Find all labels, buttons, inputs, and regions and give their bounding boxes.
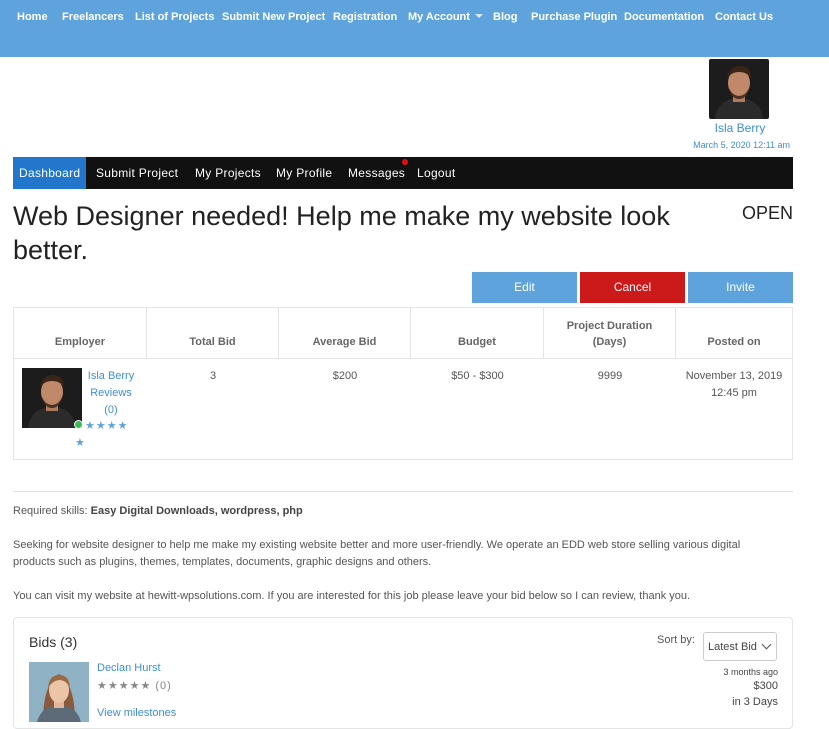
- header-budget: Budget: [411, 308, 544, 358]
- tab-my-profile[interactable]: My Profile: [276, 157, 332, 189]
- bidder-rating-stars-icon: ★★★★★: [97, 680, 152, 692]
- project-description: Seeking for website designer to help me …: [13, 539, 741, 568]
- bid-amount: $300: [753, 680, 778, 692]
- project-info-table: Employer Total Bid Average Bid Budget Pr…: [13, 307, 793, 460]
- invite-button[interactable]: Invite: [688, 272, 793, 303]
- cancel-button[interactable]: Cancel: [580, 272, 685, 303]
- employer-name-link[interactable]: Isla Berry: [82, 368, 140, 385]
- top-navigation: Home Freelancers List of Projects Submit…: [0, 0, 829, 57]
- bids-panel: Bids (3) Sort by: Latest Bid Declan Hurs…: [13, 617, 793, 729]
- posted-on-value: November 13, 2019 12:45 pm: [685, 370, 783, 399]
- avatar-female-image: [29, 662, 89, 722]
- avatar-male-image: [22, 368, 82, 428]
- header-average-bid: Average Bid: [279, 308, 411, 358]
- nav-home[interactable]: Home: [17, 11, 48, 23]
- required-skills: Required skills: Easy Digital Downloads,…: [13, 503, 783, 520]
- nav-freelancers[interactable]: Freelancers: [62, 11, 124, 23]
- tab-dashboard[interactable]: Dashboard: [13, 157, 87, 189]
- edit-button[interactable]: Edit: [472, 272, 577, 303]
- average-bid-value: $200: [332, 370, 358, 382]
- budget-value: $50 - $300: [451, 370, 504, 382]
- tab-my-projects[interactable]: My Projects: [195, 157, 261, 189]
- avatar-male-image: [709, 59, 769, 119]
- duration-value: 9999: [597, 370, 623, 382]
- header-divider: [14, 358, 792, 359]
- employer-rating-stars-icon: ★★★★: [85, 420, 129, 432]
- nav-my-account[interactable]: My Account: [408, 11, 483, 23]
- tab-submit-project[interactable]: Submit Project: [96, 157, 178, 189]
- header-total-bid: Total Bid: [147, 308, 279, 358]
- sort-select-value: Latest Bid: [708, 641, 757, 653]
- section-divider: [13, 491, 793, 492]
- view-milestones-link[interactable]: View milestones: [97, 707, 176, 719]
- employer-reviews-count[interactable]: (0): [82, 402, 140, 419]
- header-project-duration: Project Duration (Days): [544, 308, 676, 358]
- employer-info: Isla Berry Reviews (0): [82, 368, 140, 419]
- notification-dot-icon: [402, 159, 408, 165]
- bidder-avatar[interactable]: [29, 662, 89, 722]
- nav-list-of-projects[interactable]: List of Projects: [135, 11, 214, 23]
- header-employer: Employer: [14, 308, 147, 358]
- bidder-rating-count: (0): [155, 680, 172, 692]
- header-posted-on: Posted on: [707, 336, 761, 348]
- nav-documentation[interactable]: Documentation: [624, 11, 704, 23]
- nav-purchase-plugin[interactable]: Purchase Plugin: [531, 11, 617, 23]
- chevron-down-icon: [761, 639, 772, 650]
- sort-select[interactable]: Latest Bid: [703, 632, 777, 661]
- required-skills-label: Required skills:: [13, 505, 88, 517]
- sort-label: Sort by:: [657, 634, 695, 646]
- tab-messages[interactable]: Messages: [348, 157, 405, 189]
- nav-contact-us[interactable]: Contact Us: [715, 11, 773, 23]
- nav-blog[interactable]: Blog: [493, 11, 517, 23]
- user-avatar[interactable]: [709, 59, 769, 119]
- online-status-icon: [74, 420, 83, 429]
- chevron-down-icon: [474, 14, 483, 18]
- employer-avatar[interactable]: [22, 368, 82, 428]
- nav-submit-new-project[interactable]: Submit New Project: [222, 11, 325, 23]
- bidder-name-link[interactable]: Declan Hurst: [97, 662, 161, 674]
- bidder-rating: ★★★★★ (0): [97, 679, 172, 692]
- project-title: Web Designer needed! Help me make my web…: [13, 201, 670, 265]
- employer-reviews-link[interactable]: Reviews: [82, 385, 140, 402]
- total-bid-value: 3: [209, 370, 217, 382]
- bid-duration: in 3 Days: [732, 696, 778, 708]
- required-skills-value: Easy Digital Downloads, wordpress, php: [90, 505, 303, 517]
- nav-my-account-label: My Account: [408, 11, 470, 23]
- nav-registration[interactable]: Registration: [333, 11, 397, 23]
- employer-rating-star-icon: ★: [75, 437, 86, 449]
- bids-title: Bids (3): [29, 634, 78, 650]
- project-status: OPEN: [741, 203, 793, 223]
- dashboard-navigation: Dashboard Submit Project My Projects My …: [13, 157, 793, 189]
- bid-time: 3 months ago: [723, 667, 778, 677]
- project-note: You can visit my website at hewitt-wpsol…: [13, 590, 691, 602]
- user-last-login: March 5, 2020 12:11 am: [693, 140, 790, 150]
- tab-logout[interactable]: Logout: [417, 157, 456, 189]
- user-name[interactable]: Isla Berry: [690, 121, 790, 135]
